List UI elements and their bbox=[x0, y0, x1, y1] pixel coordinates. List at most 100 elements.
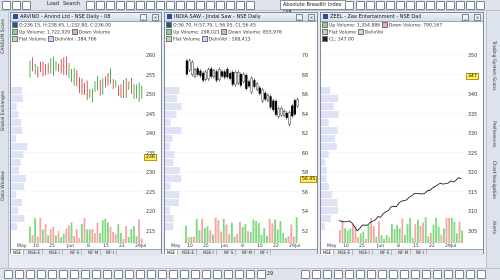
load-button[interactable]: Load bbox=[47, 1, 59, 7]
bold-icon[interactable] bbox=[356, 1, 365, 10]
toolbar-tool-icon[interactable] bbox=[26, 270, 35, 279]
tab-nse-e[interactable]: NSE-E bbox=[336, 250, 354, 255]
window-icon[interactable] bbox=[216, 1, 225, 10]
tab-nse[interactable]: NSE bbox=[321, 250, 335, 255]
toolbar-tool-icon[interactable] bbox=[158, 270, 167, 279]
table-icon[interactable] bbox=[426, 1, 435, 10]
toolbar-tool-icon[interactable] bbox=[433, 270, 442, 279]
sidebar-tab-preferences[interactable]: Preferences bbox=[491, 121, 496, 147]
toolbar-tool-icon[interactable] bbox=[48, 270, 57, 279]
price-plot[interactable] bbox=[165, 47, 299, 243]
chart-window-jindalsaw[interactable]: INDIA SAW - Jindal Saw - NSE Daily _ × O… bbox=[164, 12, 318, 256]
indicator-icon[interactable] bbox=[176, 1, 185, 10]
tab-nf-i[interactable]: NF-I bbox=[258, 250, 271, 255]
close-icon[interactable]: × bbox=[152, 14, 159, 21]
toolbar-tool-icon[interactable] bbox=[70, 270, 79, 279]
toolbar-tool-icon[interactable] bbox=[257, 270, 266, 279]
toolbar-tool-icon[interactable] bbox=[345, 270, 354, 279]
delete-icon[interactable] bbox=[146, 1, 155, 10]
price-plot[interactable] bbox=[11, 47, 143, 243]
chevron-down-icon[interactable] bbox=[345, 1, 354, 10]
settings-icon[interactable] bbox=[206, 1, 215, 10]
tab-nse-e[interactable]: NSE-E bbox=[26, 250, 44, 255]
toolbar-tool-icon[interactable] bbox=[444, 270, 453, 279]
tab-nse-e[interactable]: NSE-E bbox=[180, 250, 198, 255]
tab-nf-m[interactable]: NF-M bbox=[396, 250, 412, 255]
toolbar-tool-icon[interactable] bbox=[323, 270, 332, 279]
align-left-icon[interactable] bbox=[386, 1, 395, 10]
toolbar-tool-icon[interactable] bbox=[15, 270, 24, 279]
toolbar-tool-icon[interactable] bbox=[411, 270, 420, 279]
forward-icon[interactable] bbox=[12, 1, 21, 10]
alert-icon[interactable] bbox=[446, 1, 455, 10]
minimize-icon[interactable]: _ bbox=[462, 14, 469, 21]
search-button[interactable]: Search bbox=[63, 1, 80, 7]
tab-nf-s[interactable]: NF-S bbox=[378, 250, 393, 255]
toolbar-tool-icon[interactable] bbox=[37, 270, 46, 279]
toolbar-tool-icon[interactable] bbox=[334, 270, 343, 279]
toolbar-tool-icon[interactable] bbox=[389, 270, 398, 279]
tab-nf-s[interactable]: NF-S bbox=[222, 250, 237, 255]
price-plot[interactable] bbox=[321, 47, 465, 243]
line-tool-icon[interactable] bbox=[116, 1, 125, 10]
tab-nf-i[interactable]: NF-I bbox=[414, 250, 427, 255]
toolbar-tool-icon[interactable] bbox=[224, 270, 233, 279]
text-tool-icon[interactable] bbox=[136, 1, 145, 10]
toolbar-tool-icon[interactable] bbox=[136, 270, 145, 279]
tab-nf-s[interactable]: NF-S bbox=[68, 250, 83, 255]
tab-nf-m[interactable]: NF-M bbox=[240, 250, 256, 255]
italic-icon[interactable] bbox=[366, 1, 375, 10]
indicator-select[interactable]: Absolute Breadth Index (AB bbox=[280, 0, 346, 16]
chart-window-zeel[interactable]: ZEEL - Zee Entertainment - NSE Dail _ × … bbox=[320, 12, 484, 256]
tab-nse-i[interactable]: NSE-I bbox=[47, 250, 63, 255]
toolbar-tool-icon[interactable] bbox=[81, 270, 90, 279]
toolbar-tool-icon[interactable] bbox=[103, 270, 112, 279]
tab-nse-i[interactable]: NSE-I bbox=[201, 250, 217, 255]
toolbar-tool-icon[interactable] bbox=[147, 270, 156, 279]
scan-icon[interactable] bbox=[246, 1, 255, 10]
toolbar-tool-icon[interactable] bbox=[378, 270, 387, 279]
toolbar-tool-icon[interactable] bbox=[125, 270, 134, 279]
fib-tool-icon[interactable] bbox=[126, 1, 135, 10]
tab-nf-m[interactable]: NF-M bbox=[86, 250, 102, 255]
toolbar-tool-icon[interactable] bbox=[4, 270, 13, 279]
back-icon[interactable] bbox=[2, 1, 11, 10]
close-icon[interactable]: × bbox=[308, 14, 315, 21]
tab-nf-i[interactable]: NF-I bbox=[104, 250, 117, 255]
refresh-icon[interactable] bbox=[196, 1, 205, 10]
window-title[interactable]: INDIA SAW - Jindal Saw - NSE Daily bbox=[165, 13, 317, 22]
minimize-icon[interactable]: _ bbox=[140, 14, 147, 21]
chart-window-arvind[interactable]: ARVIND - Arvind Ltd - NSE Daily - 08 _ ×… bbox=[10, 12, 162, 256]
tab-nse[interactable]: NSE bbox=[11, 250, 25, 255]
toolbar-tool-icon[interactable] bbox=[400, 270, 409, 279]
tab-nse-i[interactable]: NSE-I bbox=[357, 250, 373, 255]
info-icon[interactable] bbox=[476, 1, 485, 10]
close-icon[interactable]: × bbox=[474, 14, 481, 21]
sidebar-tab-trading-system-scans[interactable]: Trading System Scans bbox=[491, 41, 496, 90]
toolbar-tool-icon[interactable] bbox=[356, 270, 365, 279]
minimize-icon[interactable]: _ bbox=[296, 14, 303, 21]
toolbar-tool-icon[interactable] bbox=[246, 270, 255, 279]
toolbar-tool-icon[interactable] bbox=[202, 270, 211, 279]
toolbar-tool-icon[interactable] bbox=[235, 270, 244, 279]
toolbar-tool-icon[interactable] bbox=[213, 270, 222, 279]
window-title[interactable]: ZEEL - Zee Entertainment - NSE Dail bbox=[321, 13, 483, 22]
toolbar-tool-icon[interactable] bbox=[169, 270, 178, 279]
toolbar-tool-icon[interactable] bbox=[59, 270, 68, 279]
user-icon[interactable] bbox=[466, 1, 475, 10]
toolbar-tool-icon[interactable] bbox=[191, 270, 200, 279]
grid-icon[interactable] bbox=[236, 1, 245, 10]
save-icon[interactable] bbox=[166, 1, 175, 10]
home-icon[interactable] bbox=[22, 1, 31, 10]
zoom-icon[interactable] bbox=[96, 1, 105, 10]
print-icon[interactable] bbox=[156, 1, 165, 10]
toolbar-tool-icon[interactable] bbox=[92, 270, 101, 279]
help-icon[interactable] bbox=[226, 1, 235, 10]
toolbar-tool-icon[interactable] bbox=[466, 270, 475, 279]
align-right-icon[interactable] bbox=[406, 1, 415, 10]
crosshair-icon[interactable] bbox=[106, 1, 115, 10]
underline-icon[interactable] bbox=[376, 1, 385, 10]
tab-nse[interactable]: NSE bbox=[165, 250, 179, 255]
toolbar-tool-icon[interactable] bbox=[477, 270, 486, 279]
sidebar-tab-alerts[interactable]: Alerts bbox=[491, 221, 496, 234]
